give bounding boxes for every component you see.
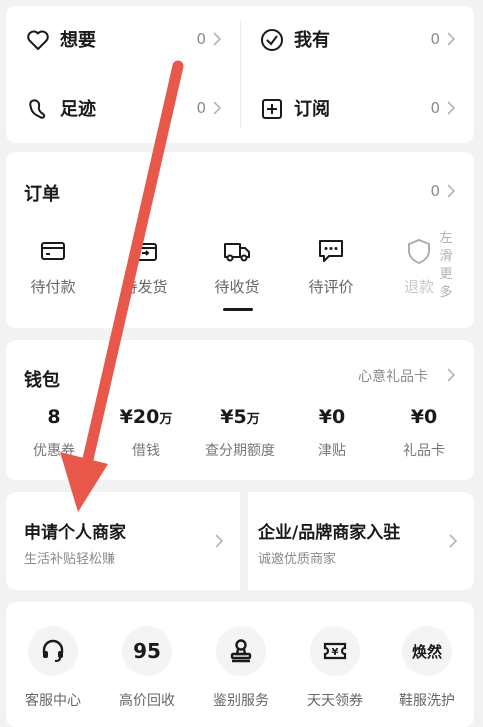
subscribe-count: 0 xyxy=(430,99,440,117)
headset-icon xyxy=(42,639,64,662)
wish-count: 0 xyxy=(196,30,206,48)
service-label: 客服中心 xyxy=(25,693,81,709)
wallet-installment[interactable]: ¥5万 查分期额度 xyxy=(194,406,286,460)
personal-merchant-title: 申请个人商家 xyxy=(24,523,126,543)
service-shoe-care[interactable]: 焕然 鞋服洗护 xyxy=(380,626,474,710)
active-indicator xyxy=(223,308,253,311)
chevron-right-icon xyxy=(449,534,458,548)
wallet-value: 8 xyxy=(47,406,61,428)
order-item-label: 待发货 xyxy=(122,278,168,296)
wallet-label: 礼品卡 xyxy=(403,443,445,459)
wallet-label: 优惠券 xyxy=(33,443,75,459)
divider xyxy=(240,492,248,590)
own-label: 我有 xyxy=(294,30,330,51)
chevron-right-icon xyxy=(447,101,456,115)
wallet-unit: 万 xyxy=(159,412,173,427)
wallet-title: 钱包 xyxy=(24,370,60,391)
comment-icon xyxy=(319,240,343,262)
wallet-label: 借钱 xyxy=(132,443,160,459)
footprint-label: 足迹 xyxy=(60,99,96,120)
subscribe-entry[interactable]: 订阅 0 xyxy=(240,75,474,143)
wallet-value: ¥20 xyxy=(119,406,160,428)
own-entry[interactable]: 我有 0 xyxy=(240,6,474,74)
order-item-label: 待评价 xyxy=(308,278,354,296)
order-pending-payment[interactable]: 待付款 xyxy=(8,236,98,297)
service-label: 天天领券 xyxy=(307,693,363,709)
wash-icon: 焕然 xyxy=(411,642,442,661)
service-label: 高价回收 xyxy=(119,693,175,709)
chevron-right-icon xyxy=(213,101,222,115)
svg-text:¥: ¥ xyxy=(332,647,339,658)
footprint-entry[interactable]: 足迹 0 xyxy=(6,75,240,143)
recycle-95-icon: 95 xyxy=(133,639,161,663)
service-label: 鉴别服务 xyxy=(213,693,269,709)
orders-card: 订单 0 待付款 待发货 待收货 待评价 退款 左滑更多 xyxy=(6,152,474,328)
plus-square-icon xyxy=(262,99,282,119)
check-circle-icon xyxy=(261,29,283,51)
order-pending-receipt[interactable]: 待收货 xyxy=(192,236,282,297)
swipe-hint: 左滑更多 xyxy=(439,231,453,300)
card-icon xyxy=(41,242,65,260)
chevron-right-icon[interactable] xyxy=(444,182,458,200)
service-recycle[interactable]: 95 高价回收 xyxy=(100,626,194,710)
order-pending-shipment[interactable]: 待发货 xyxy=(100,236,190,297)
wallet-allowance[interactable]: ¥0 津贴 xyxy=(286,406,378,460)
services-card: 客服中心 95 高价回收 鉴别服务 ¥ 天天领券 焕然 鞋服洗护 xyxy=(6,602,474,727)
personal-merchant-subtitle: 生活补贴轻松赚 xyxy=(24,552,116,567)
wallet-label: 津贴 xyxy=(318,443,346,459)
subscribe-label: 订阅 xyxy=(294,99,330,120)
truck-icon xyxy=(224,243,250,262)
wallet-unit: 万 xyxy=(246,412,260,427)
order-pending-review[interactable]: 待评价 xyxy=(286,236,376,297)
footprint-count: 0 xyxy=(196,99,206,117)
box-send-icon xyxy=(133,243,157,261)
footprint-icon xyxy=(29,99,46,119)
service-authentication[interactable]: 鉴别服务 xyxy=(194,626,288,710)
wallet-card: 钱包 心意礼品卡 8 优惠券 ¥20万 借钱 ¥5万 查分期额度 ¥0 津贴 ¥… xyxy=(6,340,474,480)
orders-count[interactable]: 0 xyxy=(430,182,440,200)
orders-title: 订单 xyxy=(24,184,60,205)
coupon-icon: ¥ xyxy=(323,642,347,660)
wallet-label: 查分期额度 xyxy=(205,443,275,459)
own-count: 0 xyxy=(430,30,440,48)
stamp-icon xyxy=(230,639,252,663)
service-label: 鞋服洗护 xyxy=(399,693,455,709)
wallet-loan[interactable]: ¥20万 借钱 xyxy=(100,406,192,460)
wallet-coupons[interactable]: 8 优惠券 xyxy=(8,406,100,460)
wallet-value: ¥5 xyxy=(220,406,247,428)
chevron-right-icon xyxy=(447,32,456,46)
wish-label: 想要 xyxy=(60,30,96,51)
chevron-right-icon xyxy=(213,32,222,46)
gift-card-link[interactable]: 心意礼品卡 xyxy=(358,366,428,386)
divider xyxy=(240,20,241,128)
service-daily-coupons[interactable]: ¥ 天天领券 xyxy=(288,626,382,710)
chevron-right-icon[interactable] xyxy=(444,366,458,384)
brand-merchant-subtitle: 诚邀优质商家 xyxy=(258,552,337,567)
chevron-right-icon xyxy=(215,534,224,548)
wallet-value: ¥0 xyxy=(318,406,346,428)
order-item-label: 待收货 xyxy=(214,278,260,296)
wallet-value: ¥0 xyxy=(410,406,438,428)
service-customer-center[interactable]: 客服中心 xyxy=(6,626,100,710)
wish-entry[interactable]: 想要 0 xyxy=(6,6,240,74)
heart-icon xyxy=(27,30,49,50)
brand-merchant-title: 企业/品牌商家入驻 xyxy=(258,523,401,543)
wallet-gift-card[interactable]: ¥0 礼品卡 xyxy=(378,406,470,460)
refund-icon xyxy=(408,238,430,265)
order-item-label: 待付款 xyxy=(30,278,76,296)
merchant-card: 申请个人商家 生活补贴轻松赚 企业/品牌商家入驻 诚邀优质商家 xyxy=(6,492,474,590)
favorites-card: 想要 0 我有 0 足迹 0 订阅 0 xyxy=(6,6,474,143)
